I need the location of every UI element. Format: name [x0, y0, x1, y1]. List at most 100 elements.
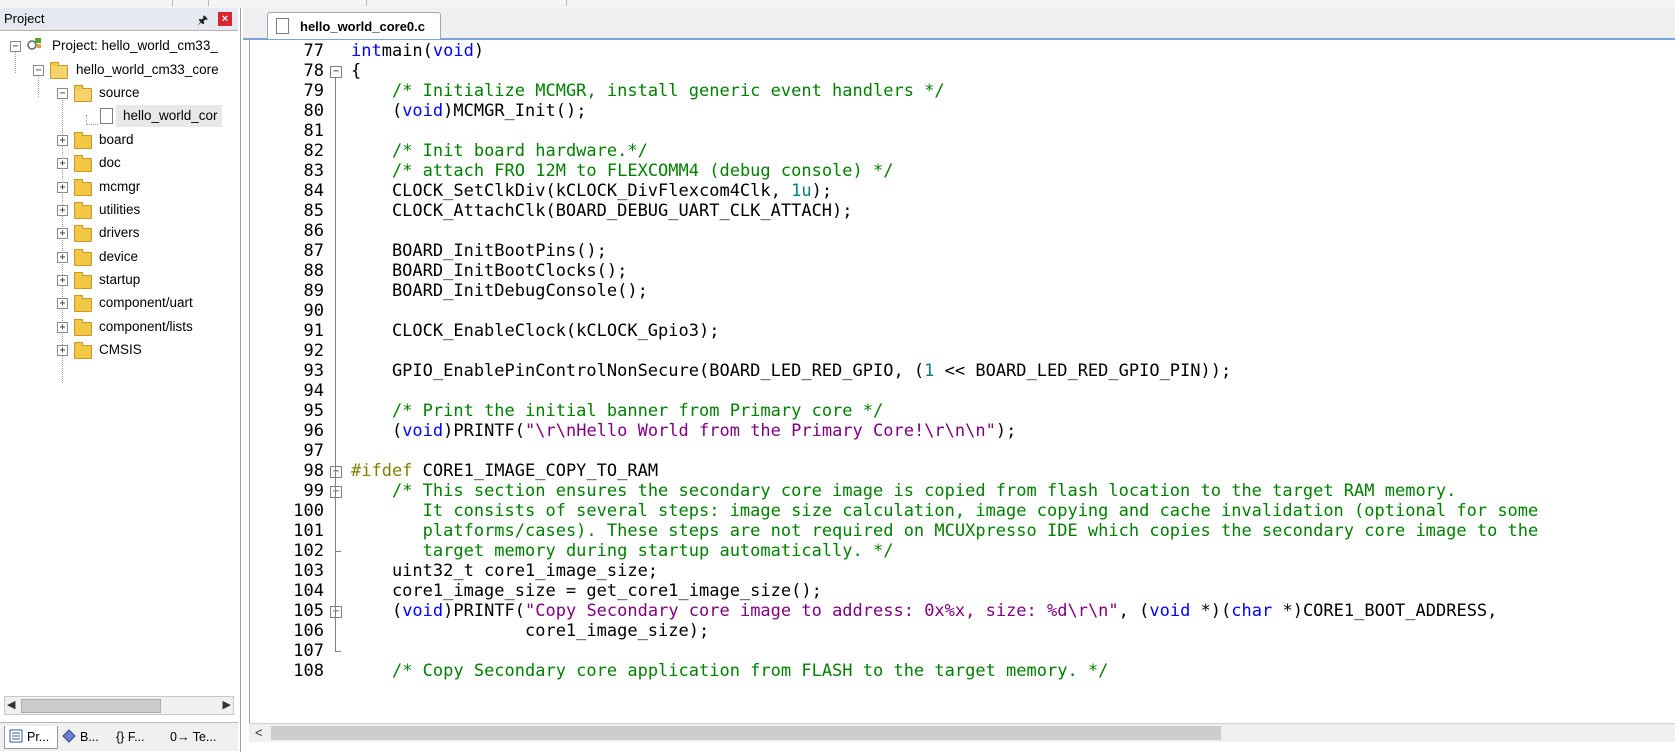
code-text: core1_image_size); — [351, 621, 709, 642]
code-text: #ifdef CORE1_IMAGE_COPY_TO_RAM — [351, 461, 658, 482]
code-text: { — [351, 61, 361, 82]
tree-item-project[interactable]: − Project: hello_world_cm33_ — [0, 35, 238, 57]
code-line[interactable]: 84 CLOCK_SetClkDiv(kCLOCK_DivFlexcom4Clk… — [250, 181, 1675, 202]
scroll-left-icon[interactable]: ◀ — [7, 698, 15, 711]
token-plain: *)( — [1190, 601, 1232, 621]
code-line[interactable]: 81 — [250, 121, 1675, 142]
tree-label: Project: hello_world_cm33_ — [52, 38, 218, 53]
code-line[interactable]: 83 /* attach FRO 12M to FLEXCOMM4 (debug… — [250, 161, 1675, 182]
code-line[interactable]: 103 uint32_t core1_image_size; — [250, 561, 1675, 582]
token-plain: main( — [381, 41, 433, 61]
fold-toggle-icon[interactable]: − — [330, 66, 342, 78]
close-icon[interactable]: × — [218, 12, 232, 26]
expand-icon[interactable]: + — [57, 322, 68, 333]
code-line[interactable]: 104 core1_image_size = get_core1_image_s… — [250, 581, 1675, 602]
line-number: 80 — [303, 101, 324, 121]
token-plain: )MCMGR_Init(); — [443, 101, 587, 121]
token-string: "\r\nHello World from the Primary Core!\… — [525, 421, 996, 441]
tree-label: startup — [99, 272, 141, 287]
editor-horizontal-scrollbar[interactable]: < — [249, 723, 1675, 742]
tab-books[interactable]: B... — [58, 726, 108, 748]
tree-item-file[interactable]: hello_world_cor — [96, 105, 222, 127]
code-line[interactable]: 101 platforms/cases). These steps are no… — [250, 521, 1675, 542]
line-number: 95 — [303, 401, 324, 421]
collapse-icon[interactable]: − — [57, 88, 68, 99]
code-line[interactable]: 87 BOARD_InitBootPins(); — [250, 241, 1675, 262]
tree-item-component-lists[interactable]: + component/lists — [0, 316, 238, 338]
code-line[interactable]: 91 CLOCK_EnableClock(kCLOCK_Gpio3); — [250, 321, 1675, 342]
code-line[interactable]: 99− /* This section ensures the secondar… — [250, 481, 1675, 502]
scroll-right-icon[interactable]: ▶ — [223, 698, 231, 711]
code-line[interactable]: 98− #ifdef CORE1_IMAGE_COPY_TO_RAM — [250, 461, 1675, 482]
tree-item-startup[interactable]: + startup — [0, 269, 238, 291]
code-line[interactable]: 80 (void)MCMGR_Init(); — [250, 101, 1675, 122]
code-line[interactable]: 94 — [250, 381, 1675, 402]
code-line[interactable]: 92 — [250, 341, 1675, 362]
expand-icon[interactable]: + — [57, 158, 68, 169]
tree-item-utilities[interactable]: + utilities — [0, 199, 238, 221]
tree-item-source[interactable]: − source — [0, 82, 238, 104]
code-line[interactable]: 107 — [250, 641, 1675, 662]
code-line[interactable]: 105− (void)PRINTF("Copy Secondary core i… — [250, 601, 1675, 622]
fold-toggle-icon[interactable]: − — [330, 486, 342, 498]
expand-icon[interactable]: + — [57, 182, 68, 193]
tree-item-component-uart[interactable]: + component/uart — [0, 292, 238, 314]
tree-item-device[interactable]: + device — [0, 246, 238, 268]
code-line[interactable]: 102 target memory during startup automat… — [250, 541, 1675, 562]
scrollbar-thumb[interactable] — [21, 699, 161, 713]
code-line[interactable]: 97 — [250, 441, 1675, 462]
pin-icon[interactable]: 🖈 — [197, 11, 208, 32]
tree-item-mcmgr[interactable]: + mcmgr — [0, 176, 238, 198]
code-line[interactable]: 82 /* Init board hardware.*/ — [250, 141, 1675, 162]
panel-tabs: Pr... B... {} F... 0→ Te... — [0, 722, 238, 751]
scrollbar-thumb[interactable] — [271, 726, 1221, 740]
expand-icon[interactable]: + — [57, 135, 68, 146]
code-line[interactable]: 78−{ — [250, 61, 1675, 82]
expand-icon[interactable]: + — [57, 298, 68, 309]
scroll-left-icon[interactable]: < — [255, 725, 263, 740]
folder-icon — [74, 155, 92, 172]
tree-item-drivers[interactable]: + drivers — [0, 222, 238, 244]
token-keyword: void — [402, 601, 444, 621]
tab-hello-world-core0[interactable]: hello_world_core0.c — [267, 12, 441, 39]
expand-icon[interactable]: + — [57, 205, 68, 216]
tree-item-board[interactable]: + board — [0, 129, 238, 151]
tree-item-doc[interactable]: + doc — [0, 152, 238, 174]
code-line[interactable]: 79 /* Initialize MCMGR, install generic … — [250, 81, 1675, 102]
code-line[interactable]: 100 It consists of several steps: image … — [250, 501, 1675, 522]
expand-icon[interactable]: + — [57, 275, 68, 286]
token-plain: *)CORE1_BOOT_ADDRESS, — [1272, 601, 1498, 621]
collapse-icon[interactable]: − — [33, 65, 44, 76]
tab-functions[interactable]: {} F... — [112, 726, 164, 748]
code-line[interactable]: 108 /* Copy Secondary core application f… — [250, 661, 1675, 682]
expand-icon[interactable]: + — [57, 252, 68, 263]
tab-label: 0→ Te... — [170, 730, 217, 744]
code-text: /* This section ensures the secondary co… — [351, 481, 1456, 502]
code-line[interactable]: 90 — [250, 301, 1675, 322]
expand-icon[interactable]: + — [57, 345, 68, 356]
line-number: 91 — [303, 321, 324, 341]
tree-item-cmsis[interactable]: + CMSIS — [0, 339, 238, 361]
fold-toggle-icon[interactable]: − — [330, 466, 342, 478]
fold-toggle-icon[interactable]: − — [330, 606, 342, 618]
code-line[interactable]: 85 CLOCK_AttachClk(BOARD_DEBUG_UART_CLK_… — [250, 201, 1675, 222]
expand-icon[interactable]: + — [57, 228, 68, 239]
tab-templates[interactable]: 0→ Te... — [166, 726, 228, 748]
project-tree: − Project: hello_world_cm33_ − hello_wor… — [0, 31, 238, 703]
code-line[interactable]: 88 BOARD_InitBootClocks(); — [250, 261, 1675, 282]
code-line[interactable]: 86 — [250, 221, 1675, 242]
tree-horizontal-scrollbar[interactable]: ◀ ▶ — [4, 696, 234, 715]
code-line[interactable]: 106 core1_image_size); — [250, 621, 1675, 642]
collapse-icon[interactable]: − — [10, 41, 21, 52]
code-line[interactable]: 93 GPIO_EnablePinControlNonSecure(BOARD_… — [250, 361, 1675, 382]
code-editor[interactable]: 77 intmain(void) 78−{79 /* Initialize MCMG… — [249, 40, 1675, 723]
token-plain: )PRINTF( — [443, 421, 526, 441]
tab-project[interactable]: Pr... — [4, 726, 58, 749]
line-number: 96 — [303, 421, 324, 441]
tree-item-target[interactable]: − hello_world_cm33_core — [0, 59, 238, 81]
code-line[interactable]: 96 (void)PRINTF("\r\nHello World from th… — [250, 421, 1675, 442]
code-line[interactable]: 95 /* Print the initial banner from Prim… — [250, 401, 1675, 422]
code-line[interactable]: 89 BOARD_InitDebugConsole(); — [250, 281, 1675, 302]
code-line[interactable]: 77 intmain(void) — [250, 41, 1675, 62]
